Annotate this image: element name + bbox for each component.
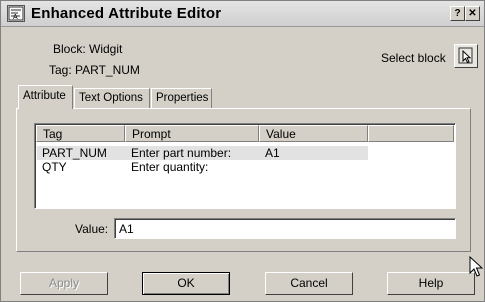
tab-attribute[interactable]: Attribute xyxy=(18,85,73,109)
row-value: A1 xyxy=(265,146,280,160)
block-name-label: Block: Widgit xyxy=(53,42,123,56)
column-header-blank xyxy=(368,125,454,142)
row-tag: QTY xyxy=(42,160,67,174)
column-header-prompt[interactable]: Prompt xyxy=(125,125,259,142)
table-row[interactable]: PART_NUM Enter part number: A1 xyxy=(37,146,368,160)
value-input[interactable]: A1 xyxy=(114,218,456,239)
ok-button[interactable]: OK xyxy=(142,272,230,295)
attribute-editor-icon: A xyxy=(7,5,25,22)
table-row[interactable]: QTY Enter quantity: xyxy=(37,160,368,174)
enhanced-attribute-editor-dialog: A Enhanced Attribute Editor ? ✕ Block: W… xyxy=(0,0,485,302)
select-block-button[interactable] xyxy=(454,44,478,68)
cancel-button[interactable]: Cancel xyxy=(265,272,353,295)
tab-properties[interactable]: Properties xyxy=(151,88,212,108)
value-label: Value: xyxy=(75,222,109,236)
column-header-tag[interactable]: Tag xyxy=(36,125,125,142)
close-icon[interactable]: ✕ xyxy=(465,6,480,21)
row-prompt: Enter part number: xyxy=(131,146,232,160)
row-prompt: Enter quantity: xyxy=(131,160,209,174)
help-button[interactable]: Help xyxy=(387,272,475,295)
pick-cursor-icon xyxy=(458,47,473,64)
svg-text:A: A xyxy=(13,14,18,21)
apply-button[interactable]: Apply xyxy=(20,272,108,295)
mouse-pointer-icon xyxy=(469,256,483,277)
column-header-value[interactable]: Value xyxy=(259,125,368,142)
title-bar[interactable]: A Enhanced Attribute Editor ? ✕ xyxy=(1,1,484,27)
select-block-label: Select block xyxy=(381,51,446,65)
window-title: Enhanced Attribute Editor xyxy=(31,5,222,22)
help-icon[interactable]: ? xyxy=(450,6,465,21)
tab-text-options[interactable]: Text Options xyxy=(74,88,150,108)
attribute-list[interactable]: Tag Prompt Value PART_NUM Enter part num… xyxy=(34,123,456,209)
row-tag: PART_NUM xyxy=(42,146,107,160)
tag-name-label: Tag: PART_NUM xyxy=(49,63,140,77)
